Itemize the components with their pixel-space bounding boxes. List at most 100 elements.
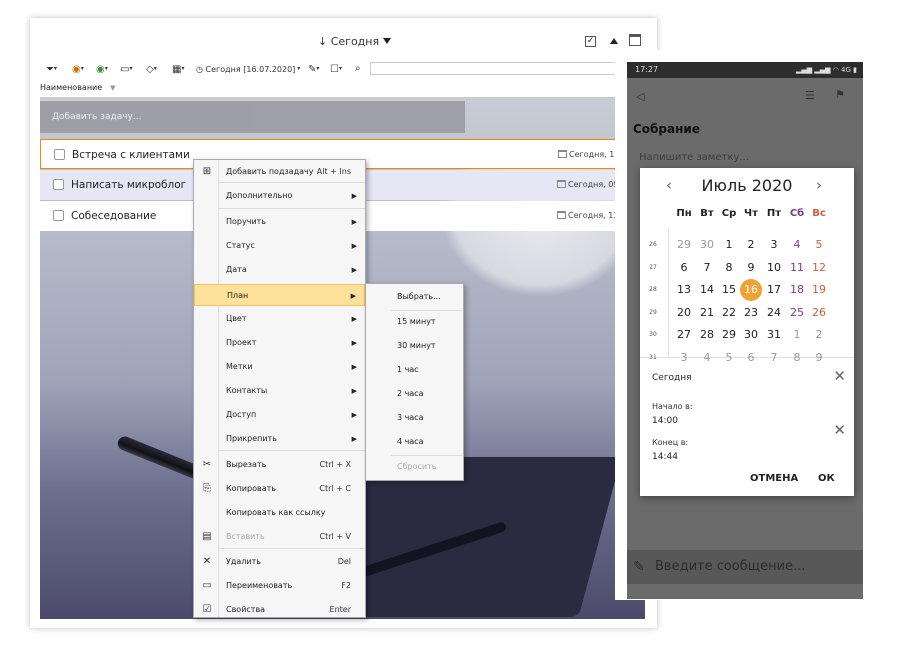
calendar-day[interactable]: 19 [808, 279, 830, 301]
task-checkbox[interactable] [54, 149, 65, 160]
calendar-day[interactable]: 28 [696, 324, 718, 346]
date-filter-dropdown[interactable]: ◷ Сегодня [16.07.2020] ▾ [196, 62, 300, 76]
menu-item[interactable]: Прикрепить ▶ [194, 428, 365, 450]
menu-item[interactable]: План ▶ [194, 284, 365, 306]
plan-option[interactable]: Сбросить [397, 462, 436, 471]
calendar-day[interactable]: 2 [808, 324, 830, 346]
calendar-day[interactable]: 31 [763, 324, 785, 346]
plan-option[interactable]: 2 часа [397, 389, 424, 398]
plan-option[interactable]: 1 час [397, 365, 419, 374]
calendar-day[interactable]: 23 [740, 302, 762, 324]
plan-option[interactable]: Выбрать... [397, 292, 441, 301]
calendar-day[interactable]: 10 [763, 257, 785, 279]
search-icon[interactable]: ⌕ [355, 62, 361, 76]
calendar-day[interactable]: 9 [740, 257, 762, 279]
calendar-day[interactable]: 18 [786, 279, 808, 301]
cancel-button[interactable]: ОТМЕНА [750, 473, 798, 484]
filter-icon[interactable]: ⏷▾ [46, 62, 57, 76]
checkbox-toggle[interactable]: ✓ [585, 36, 596, 47]
calendar-day[interactable]: 8 [786, 347, 808, 369]
calendar-day[interactable]: 2 [740, 234, 762, 256]
calendar-day[interactable]: 3 [673, 347, 695, 369]
task-checkbox[interactable] [53, 179, 64, 190]
menu-item[interactable]: Дата ▶ [194, 259, 365, 281]
list-icon[interactable]: ☰ [805, 89, 815, 102]
calendar-day[interactable]: 24 [763, 302, 785, 324]
calendar-day[interactable]: 30 [696, 234, 718, 256]
calendar-day[interactable]: 6 [673, 257, 695, 279]
calendar-day[interactable]: 16 [740, 279, 762, 301]
calendar-day[interactable]: 12 [808, 257, 830, 279]
calendar-day[interactable]: 4 [786, 234, 808, 256]
calendar-day[interactable]: 15 [718, 279, 740, 301]
calendar-day[interactable]: 27 [673, 324, 695, 346]
folder-icon[interactable]: ▭▾ [120, 62, 132, 76]
plan-option[interactable]: 30 минут [397, 341, 436, 350]
clear-time-close-icon[interactable]: ✕ [833, 421, 846, 439]
calendar-day[interactable]: 11 [786, 257, 808, 279]
menu-item[interactable]: Поручить ▶ [194, 211, 365, 233]
collapse-up-icon[interactable] [610, 38, 618, 44]
chevron-right-icon[interactable]: › [816, 176, 822, 194]
calendar-day[interactable]: 6 [740, 347, 762, 369]
menu-item[interactable]: ☑ Свойства Enter [194, 599, 365, 621]
checkbox-filter-icon[interactable]: ☐▾ [330, 62, 342, 76]
menu-item[interactable]: ✕ Удалить Del [194, 551, 365, 573]
paperclip-icon[interactable]: ✎ [633, 550, 645, 584]
clear-date-close-icon[interactable]: ✕ [833, 367, 846, 385]
calendar-day[interactable]: 14 [696, 279, 718, 301]
calendar-icon[interactable] [629, 34, 641, 46]
calendar-day[interactable]: 7 [696, 257, 718, 279]
menu-item[interactable]: ⎘ Копировать Ctrl + C [194, 478, 365, 500]
bookmark-icon[interactable]: ⚑ [835, 88, 845, 101]
menu-item[interactable]: Дополнительно ▶ [194, 185, 365, 207]
menu-item[interactable]: ✂ Вырезать Ctrl + X [194, 454, 365, 476]
calendar-day[interactable]: 21 [696, 302, 718, 324]
user-icon[interactable]: ◉▾ [96, 62, 108, 76]
end-time-value[interactable]: 14:44 [652, 452, 678, 462]
menu-item[interactable]: Цвет ▶ [194, 308, 365, 330]
menu-item[interactable]: Копировать как ссылку [194, 502, 365, 524]
calendar-day[interactable]: 1 [786, 324, 808, 346]
menu-item[interactable]: Статус ▶ [194, 235, 365, 257]
plan-option[interactable]: 4 часа [397, 437, 424, 446]
note-input[interactable]: Напишите заметку... [639, 152, 749, 163]
message-input[interactable]: ✎ Введите сообщение... [627, 550, 863, 584]
calendar-day[interactable]: 1 [718, 234, 740, 256]
plan-option[interactable]: 15 минут [397, 317, 436, 326]
pin-icon[interactable]: ✎▾ [308, 62, 319, 76]
menu-item[interactable]: ⊞ Добавить подзадачу Alt + Ins [194, 161, 365, 183]
calendar-day[interactable]: 5 [808, 234, 830, 256]
calendar-day[interactable]: 3 [763, 234, 785, 256]
calendar-day[interactable]: 30 [740, 324, 762, 346]
search-input[interactable] [370, 62, 645, 75]
calendar-day[interactable]: 5 [718, 347, 740, 369]
calendar-day[interactable]: 8 [718, 257, 740, 279]
calendar-filter-icon[interactable]: ▦▾ [172, 62, 184, 76]
calendar-day[interactable]: 29 [673, 234, 695, 256]
start-time-value[interactable]: 14:00 [652, 416, 678, 426]
view-selector[interactable]: ↓ Сегодня [318, 35, 392, 48]
menu-item[interactable]: Проект ▶ [194, 332, 365, 354]
calendar-day[interactable]: 17 [763, 279, 785, 301]
menu-item[interactable]: Доступ ▶ [194, 404, 365, 426]
ok-button[interactable]: ОК [818, 473, 835, 484]
calendar-day[interactable]: 29 [718, 324, 740, 346]
menu-item[interactable]: ▭ Переименовать F2 [194, 575, 365, 597]
calendar-day[interactable]: 22 [718, 302, 740, 324]
add-task-input[interactable]: Добавить задачу... [40, 101, 465, 133]
calendar-day[interactable]: 7 [763, 347, 785, 369]
back-icon[interactable]: ◁ [636, 90, 644, 103]
calendar-day[interactable]: 4 [696, 347, 718, 369]
calendar-day[interactable]: 20 [673, 302, 695, 324]
plan-option[interactable]: 3 часа [397, 413, 424, 422]
menu-item[interactable]: Метки ▶ [194, 356, 365, 378]
calendar-day[interactable]: 25 [786, 302, 808, 324]
user-assign-icon[interactable]: ◉▾ [72, 62, 84, 76]
calendar-day[interactable]: 9 [808, 347, 830, 369]
column-header[interactable]: Наименование ▼ [40, 83, 116, 92]
calendar-day[interactable]: 13 [673, 279, 695, 301]
menu-item[interactable]: ▤ Вставить Ctrl + V [194, 526, 365, 548]
menu-item[interactable]: Контакты ▶ [194, 380, 365, 402]
calendar-day[interactable]: 26 [808, 302, 830, 324]
